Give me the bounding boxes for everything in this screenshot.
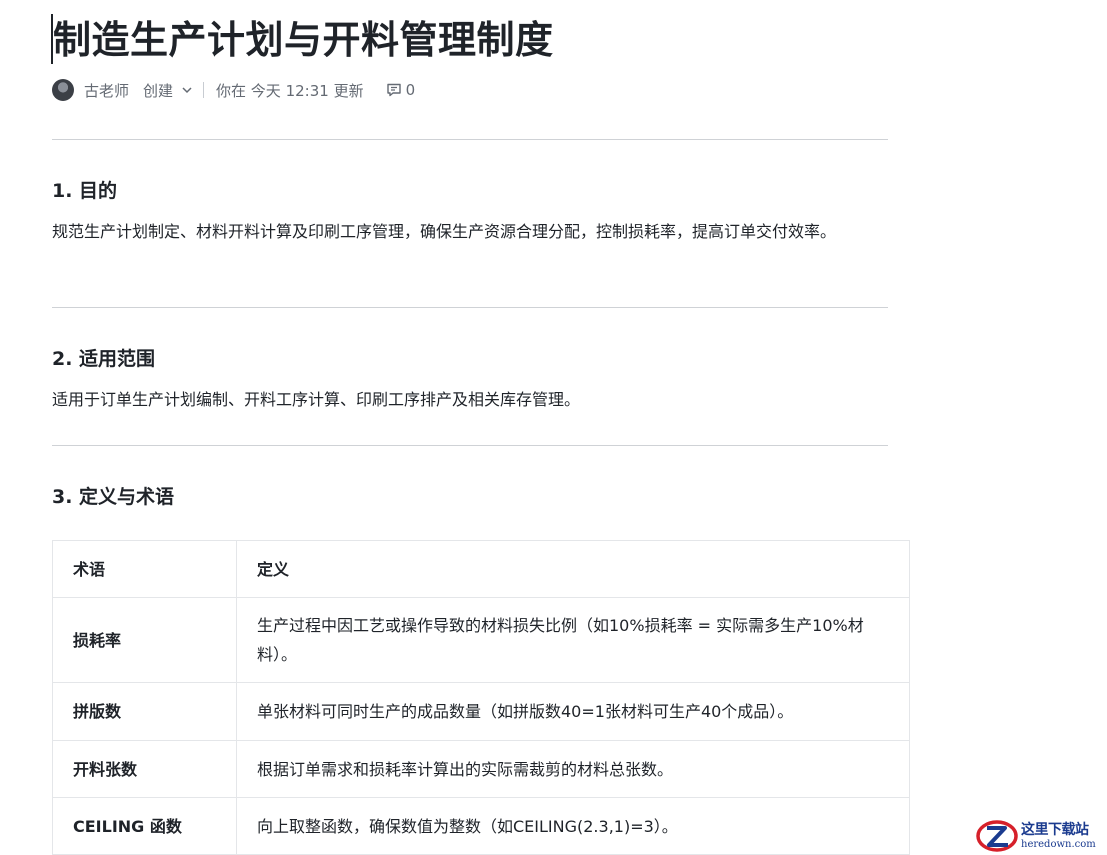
watermark-text-cn: 这里下载站 — [1021, 821, 1089, 838]
term-cell[interactable]: 开料张数 — [52, 740, 237, 798]
definitions-table: 术语 定义 损耗率 生产过程中因工艺或操作导致的材料损失比例（如10%损耗率 =… — [52, 540, 910, 855]
meta-divider — [203, 82, 205, 98]
definition-cell[interactable]: 向上取整函数，确保数值为整数（如CEILING(2.3,1)=3）。 — [236, 797, 910, 855]
watermark-text-en: heredown.com — [1021, 838, 1096, 850]
term-cell[interactable]: 拼版数 — [52, 682, 237, 741]
table-row: 拼版数 单张材料可同时生产的成品数量（如拼版数40=1张材料可生产40个成品）。 — [52, 682, 910, 741]
column-header-term[interactable]: 术语 — [52, 540, 237, 598]
created-label: 创建 — [143, 81, 174, 100]
site-watermark: 这里下载站 heredown.com — [975, 817, 1107, 855]
term-cell[interactable]: 损耗率 — [52, 597, 237, 683]
updated-time: 你在 今天 12:31 更新 — [216, 81, 364, 100]
table-row: CEILING 函数 向上取整函数，确保数值为整数（如CEILING(2.3,1… — [52, 797, 910, 855]
section-heading-definitions[interactable]: 3. 定义与术语 — [52, 483, 174, 511]
divider — [52, 139, 888, 140]
chevron-down-icon[interactable] — [181, 84, 193, 96]
section-body-purpose[interactable]: 规范生产计划制定、材料开料计算及印刷工序管理，确保生产资源合理分配，控制损耗率，… — [52, 217, 894, 246]
divider — [52, 307, 888, 308]
definition-cell[interactable]: 单张材料可同时生产的成品数量（如拼版数40=1张材料可生产40个成品）。 — [236, 682, 910, 741]
table-row: 开料张数 根据订单需求和损耗率计算出的实际需裁剪的材料总张数。 — [52, 740, 910, 798]
watermark-logo-icon — [976, 820, 1018, 852]
term-cell[interactable]: CEILING 函数 — [52, 797, 237, 855]
page-title[interactable]: 制造生产计划与开料管理制度 — [53, 12, 554, 68]
table-header-row: 术语 定义 — [52, 540, 910, 598]
section-heading-purpose[interactable]: 1. 目的 — [52, 177, 117, 205]
divider — [52, 445, 888, 446]
comment-count[interactable]: 0 — [406, 81, 416, 99]
section-heading-scope[interactable]: 2. 适用范围 — [52, 345, 155, 373]
definition-cell[interactable]: 生产过程中因工艺或操作导致的材料损失比例（如10%损耗率 = 实际需多生产10%… — [236, 597, 910, 683]
author-avatar[interactable] — [52, 79, 74, 101]
column-header-definition[interactable]: 定义 — [236, 540, 910, 598]
table-row: 损耗率 生产过程中因工艺或操作导致的材料损失比例（如10%损耗率 = 实际需多生… — [52, 597, 910, 683]
definition-cell[interactable]: 根据订单需求和损耗率计算出的实际需裁剪的材料总张数。 — [236, 740, 910, 798]
comment-icon[interactable] — [386, 82, 402, 98]
section-body-scope[interactable]: 适用于订单生产计划编制、开料工序计算、印刷工序排产及相关库存管理。 — [52, 385, 894, 414]
author-name[interactable]: 古老师 — [84, 80, 129, 101]
doc-meta-bar: 古老师 创建 你在 今天 12:31 更新 0 — [52, 78, 415, 102]
